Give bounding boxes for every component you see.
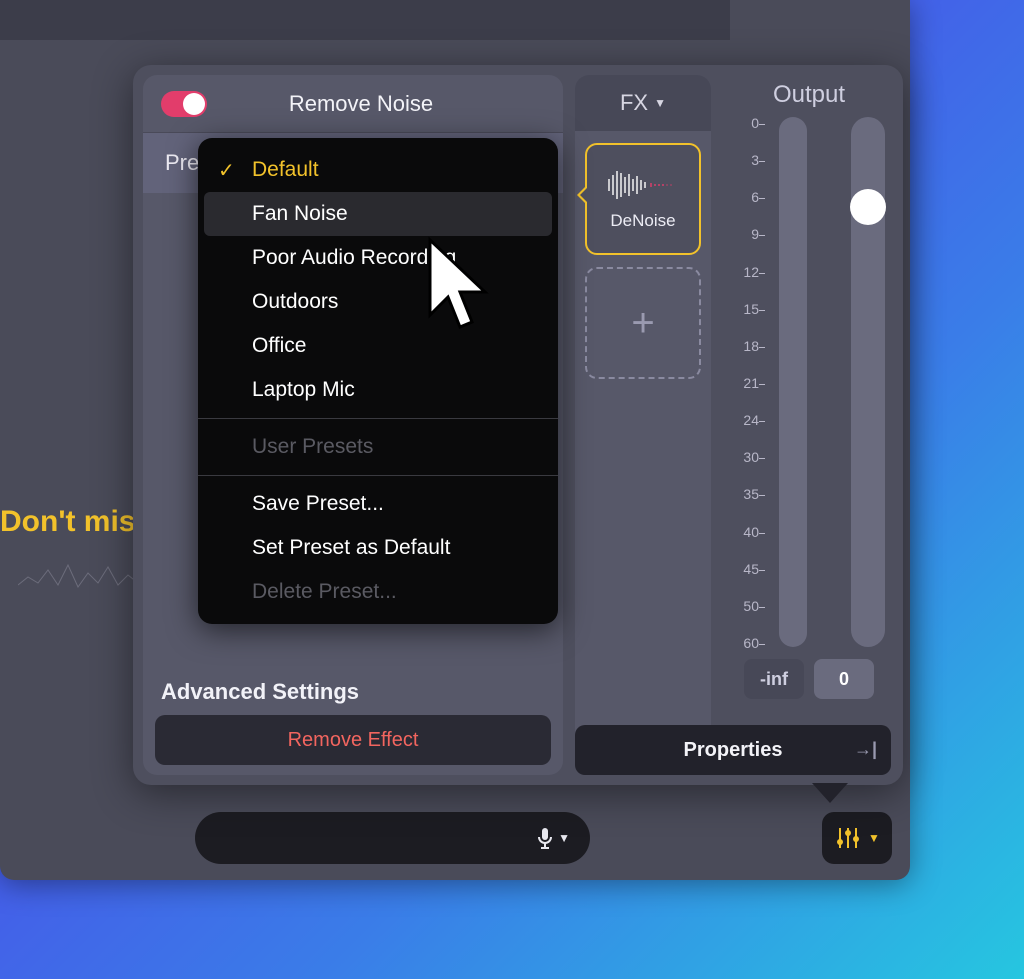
bottom-toolbar: ▼ ▼	[0, 806, 910, 870]
fx-add-slot[interactable]: +	[585, 267, 701, 379]
effect-header: Remove Noise	[143, 75, 563, 133]
output-readouts: -inf 0	[729, 659, 889, 699]
toggle-knob	[183, 93, 205, 115]
effect-enable-toggle[interactable]	[161, 91, 207, 117]
scale-tick: 9	[733, 226, 759, 242]
scale-tick: 35	[733, 486, 759, 502]
fx-slot-denoise[interactable]: DeNoise	[585, 143, 701, 255]
properties-button[interactable]: Properties →|	[575, 725, 891, 775]
preset-option[interactable]: Default	[198, 148, 558, 192]
scale-tick: 30	[733, 449, 759, 465]
preset-action: Delete Preset...	[198, 570, 558, 614]
microphone-icon: ▼	[536, 827, 570, 849]
scale-tick: 0	[733, 115, 759, 131]
chevron-down-icon: ▼	[868, 831, 880, 845]
preset-option[interactable]: Outdoors	[198, 280, 558, 324]
preset-action[interactable]: Set Preset as Default	[198, 526, 558, 570]
plus-icon: +	[631, 301, 654, 346]
preset-option[interactable]: Laptop Mic	[198, 368, 558, 412]
preset-option[interactable]: Office	[198, 324, 558, 368]
output-section: Output 0 3 6 9 12 15 18 21 24 30 35 40 45 50 60 -inf 0	[729, 81, 889, 701]
slider-thumb[interactable]	[850, 189, 886, 225]
scale-tick: 24	[733, 412, 759, 428]
scale-tick: 12	[733, 264, 759, 280]
preset-section-header: User Presets	[198, 425, 558, 469]
scale-tick: 18	[733, 338, 759, 354]
advanced-settings-header[interactable]: Advanced Settings	[161, 679, 359, 705]
scale-tick: 40	[733, 524, 759, 540]
gain-readout[interactable]: 0	[814, 659, 874, 699]
preset-action[interactable]: Save Preset...	[198, 482, 558, 526]
level-readout: -inf	[744, 659, 804, 699]
preset-label: Pre	[165, 150, 199, 176]
effects-toggle-button[interactable]: ▼	[822, 812, 892, 864]
scale-tick: 3	[733, 152, 759, 168]
scale-tick: 15	[733, 301, 759, 317]
fx-slot-label: DeNoise	[610, 211, 675, 231]
level-meter	[779, 117, 807, 647]
scale-tick: 6	[733, 189, 759, 205]
preset-menu[interactable]: DefaultFan NoisePoor Audio RecordingOutd…	[198, 138, 558, 624]
scale-tick: 60	[733, 635, 759, 651]
preset-option[interactable]: Fan Noise	[204, 192, 552, 236]
effect-title: Remove Noise	[177, 91, 545, 117]
fx-chain-header[interactable]: FX ▼	[575, 75, 711, 131]
voice-input-pill[interactable]: ▼	[195, 812, 590, 864]
meter-scale: 03691215182124303540455060	[733, 117, 767, 647]
chevron-down-icon: ▼	[654, 96, 666, 110]
chevron-down-icon: ▼	[558, 831, 570, 845]
editor-toolbar-bg	[0, 0, 730, 40]
waveform-icon	[603, 167, 683, 203]
output-title: Output	[729, 81, 889, 109]
output-meter: 03691215182124303540455060	[729, 117, 889, 647]
scale-tick: 21	[733, 375, 759, 391]
gain-slider[interactable]	[851, 117, 885, 647]
collapse-icon: →|	[854, 739, 877, 760]
fx-header-label: FX	[620, 90, 648, 116]
scale-tick: 50	[733, 598, 759, 614]
preset-option[interactable]: Poor Audio Recording	[198, 236, 558, 280]
timeline-caption: Don't mis	[0, 505, 135, 539]
sliders-icon	[834, 824, 862, 852]
fx-chain: FX ▼	[575, 75, 711, 775]
remove-effect-button[interactable]: Remove Effect	[155, 715, 551, 765]
scale-tick: 45	[733, 561, 759, 577]
properties-label: Properties	[684, 739, 783, 762]
